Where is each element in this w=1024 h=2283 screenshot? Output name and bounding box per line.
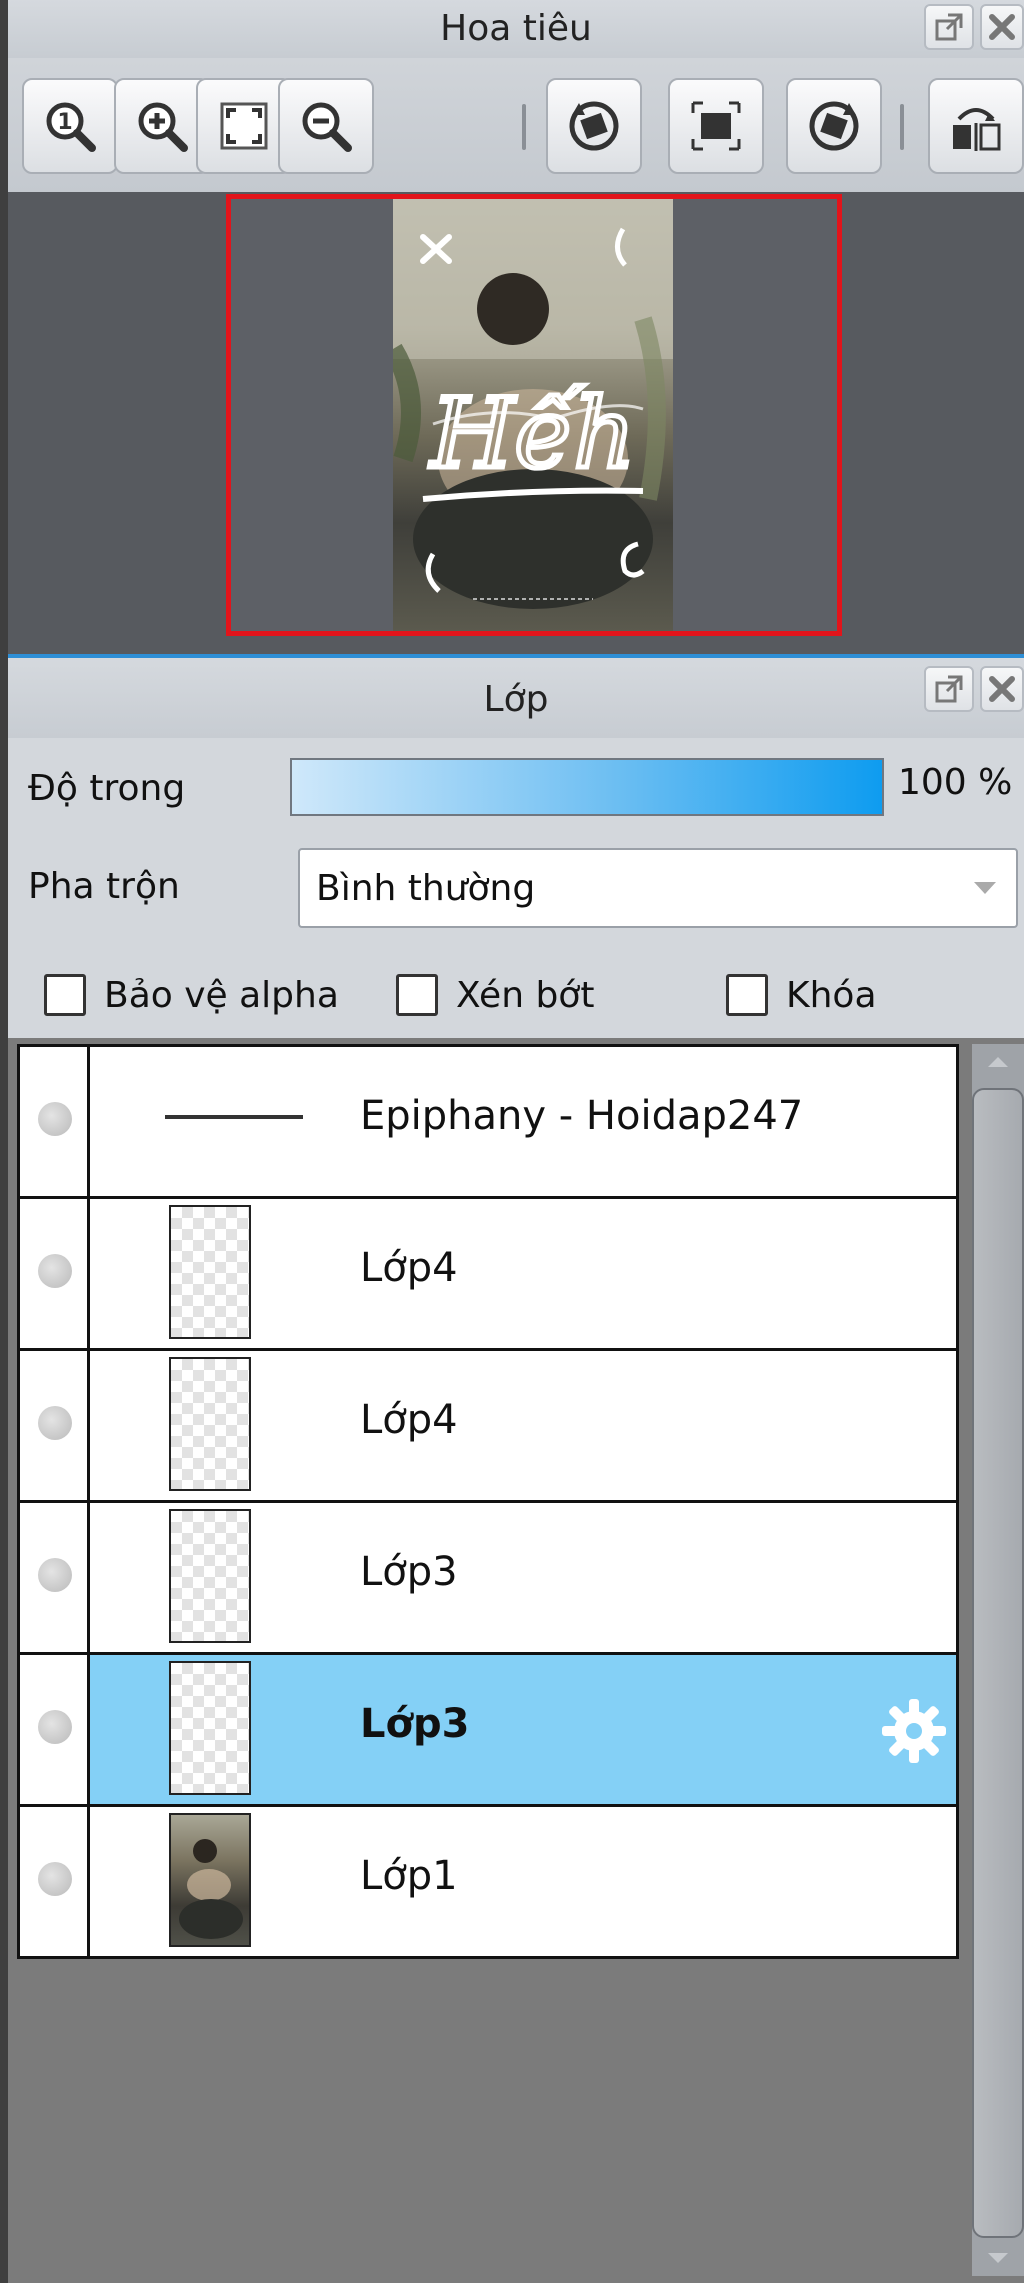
zoom-out-icon bbox=[302, 102, 352, 152]
layer-row-body[interactable]: Lớp3 bbox=[90, 1503, 956, 1652]
opacity-slider[interactable] bbox=[290, 758, 884, 816]
folder-icon bbox=[165, 1115, 303, 1119]
layer-name: Lớp1 bbox=[360, 1853, 458, 1899]
scroll-down-button[interactable] bbox=[972, 2240, 1024, 2276]
protect-alpha-option[interactable]: Bảo vệ alpha bbox=[44, 970, 339, 1020]
layer-row[interactable]: Lớp4 bbox=[20, 1199, 956, 1351]
close-icon bbox=[989, 14, 1015, 40]
popout-icon bbox=[935, 675, 963, 703]
visibility-dot-icon bbox=[38, 1406, 72, 1440]
layer-panel-title: Lớp bbox=[8, 658, 1024, 738]
visibility-dot-icon bbox=[38, 1254, 72, 1288]
visibility-toggle[interactable] bbox=[20, 1655, 90, 1804]
popout-icon bbox=[935, 13, 963, 41]
reset-rotation-icon bbox=[691, 101, 741, 151]
layer-thumbnail bbox=[169, 1509, 251, 1643]
visibility-dot-icon bbox=[38, 1558, 72, 1592]
layer-close-button[interactable] bbox=[980, 666, 1024, 712]
layer-name: Epiphany - Hoidap247 bbox=[360, 1093, 804, 1139]
chevron-up-icon bbox=[988, 1057, 1008, 1067]
zoom-actual-size-icon: 1 bbox=[46, 102, 96, 152]
rotate-right-button[interactable] bbox=[786, 78, 882, 174]
photo-thumbnail-art bbox=[179, 1839, 243, 1939]
layer-row-selected[interactable]: Lớp3 bbox=[20, 1655, 956, 1807]
reset-rotation-button[interactable] bbox=[668, 78, 764, 174]
layer-row-body[interactable]: Lớp3 bbox=[90, 1655, 956, 1804]
visibility-toggle[interactable] bbox=[20, 1503, 90, 1652]
navigator-detach-button[interactable] bbox=[924, 4, 974, 50]
opacity-label: Độ trong bbox=[28, 768, 186, 809]
gear-icon[interactable] bbox=[878, 1695, 950, 1767]
layer-list: Epiphany - Hoidap247 Lớp4 Lớp4 Lớp3 Lớp3… bbox=[17, 1044, 959, 1959]
navigator-title: Hoa tiêu bbox=[8, 0, 1024, 58]
layer-name: Lớp4 bbox=[360, 1245, 458, 1291]
layer-name: Lớp3 bbox=[360, 1701, 470, 1747]
visibility-toggle[interactable] bbox=[20, 1047, 90, 1196]
canvas-artwork: Hếh bbox=[393, 199, 673, 609]
layer-row[interactable]: Lớp4 bbox=[20, 1351, 956, 1503]
visibility-dot-icon bbox=[38, 1862, 72, 1896]
clipping-label: Xén bớt bbox=[456, 974, 595, 1016]
lock-label: Khóa bbox=[786, 974, 877, 1016]
canvas-thumbnail: Hếh bbox=[393, 199, 673, 631]
clipping-checkbox[interactable] bbox=[396, 974, 438, 1016]
rotate-right-icon bbox=[809, 101, 859, 151]
layer-thumbnail-photo bbox=[169, 1813, 251, 1947]
zoom-in-icon bbox=[138, 102, 188, 152]
layer-properties: Độ trong 100 % Pha trộn Bình thường Bảo … bbox=[8, 738, 1024, 1038]
opacity-value: 100 % bbox=[898, 762, 1013, 803]
preview-lettering: Hếh bbox=[429, 378, 636, 490]
layer-row[interactable]: Epiphany - Hoidap247 bbox=[20, 1047, 956, 1199]
layer-list-area: Epiphany - Hoidap247 Lớp4 Lớp4 Lớp3 Lớp3… bbox=[8, 1038, 1024, 2283]
blend-mode-select[interactable]: Bình thường bbox=[298, 848, 1018, 928]
close-icon bbox=[989, 676, 1015, 702]
layer-list-scrollbar[interactable] bbox=[972, 1044, 1024, 2276]
visibility-dot-icon bbox=[38, 1102, 72, 1136]
toolbar-separator bbox=[522, 104, 526, 150]
layer-name: Lớp4 bbox=[360, 1397, 458, 1443]
layer-row-body[interactable]: Lớp4 bbox=[90, 1199, 956, 1348]
navigator-toolbar: 1 bbox=[8, 58, 1024, 192]
blend-mode-label: Pha trộn bbox=[28, 866, 180, 907]
layer-row[interactable]: Lớp1 bbox=[20, 1807, 956, 1956]
chevron-down-icon bbox=[974, 882, 996, 894]
rotate-left-button[interactable] bbox=[546, 78, 642, 174]
layer-thumbnail bbox=[169, 1357, 251, 1491]
layer-row-body[interactable]: Epiphany - Hoidap247 bbox=[90, 1047, 956, 1196]
scroll-up-button[interactable] bbox=[972, 1044, 1024, 1080]
blend-mode-value: Bình thường bbox=[316, 868, 536, 909]
layer-row[interactable]: Lớp3 bbox=[20, 1503, 956, 1655]
fit-to-window-icon bbox=[220, 102, 268, 150]
zoom-out-button[interactable] bbox=[278, 78, 374, 174]
svg-text:1: 1 bbox=[57, 110, 72, 135]
layer-thumbnail bbox=[169, 1205, 251, 1339]
protect-alpha-label: Bảo vệ alpha bbox=[104, 974, 339, 1016]
left-edge bbox=[0, 0, 8, 2283]
layer-name: Lớp3 bbox=[360, 1549, 458, 1595]
layer-thumbnail bbox=[169, 1661, 251, 1795]
layer-row-body[interactable]: Lớp4 bbox=[90, 1351, 956, 1500]
visibility-toggle[interactable] bbox=[20, 1807, 90, 1956]
clipping-option[interactable]: Xén bớt bbox=[396, 970, 594, 1020]
zoom-actual-size-button[interactable]: 1 bbox=[22, 78, 118, 174]
chevron-down-icon bbox=[988, 2253, 1008, 2263]
toolbar-separator bbox=[900, 104, 904, 150]
navigator-preview[interactable]: Hếh bbox=[8, 192, 1024, 654]
lock-checkbox[interactable] bbox=[726, 974, 768, 1016]
viewport-frame[interactable]: Hếh bbox=[226, 194, 842, 636]
lock-option[interactable]: Khóa bbox=[726, 970, 877, 1020]
flip-horizontal-button[interactable] bbox=[928, 78, 1024, 174]
rotate-left-icon bbox=[569, 101, 619, 151]
layer-row-body[interactable]: Lớp1 bbox=[90, 1807, 956, 1956]
flip-horizontal-icon bbox=[953, 108, 1001, 151]
navigator-close-button[interactable] bbox=[980, 4, 1024, 50]
scrollbar-thumb[interactable] bbox=[972, 1088, 1024, 2238]
layer-detach-button[interactable] bbox=[924, 666, 974, 712]
visibility-toggle[interactable] bbox=[20, 1199, 90, 1348]
protect-alpha-checkbox[interactable] bbox=[44, 974, 86, 1016]
visibility-dot-icon bbox=[38, 1710, 72, 1744]
visibility-toggle[interactable] bbox=[20, 1351, 90, 1500]
